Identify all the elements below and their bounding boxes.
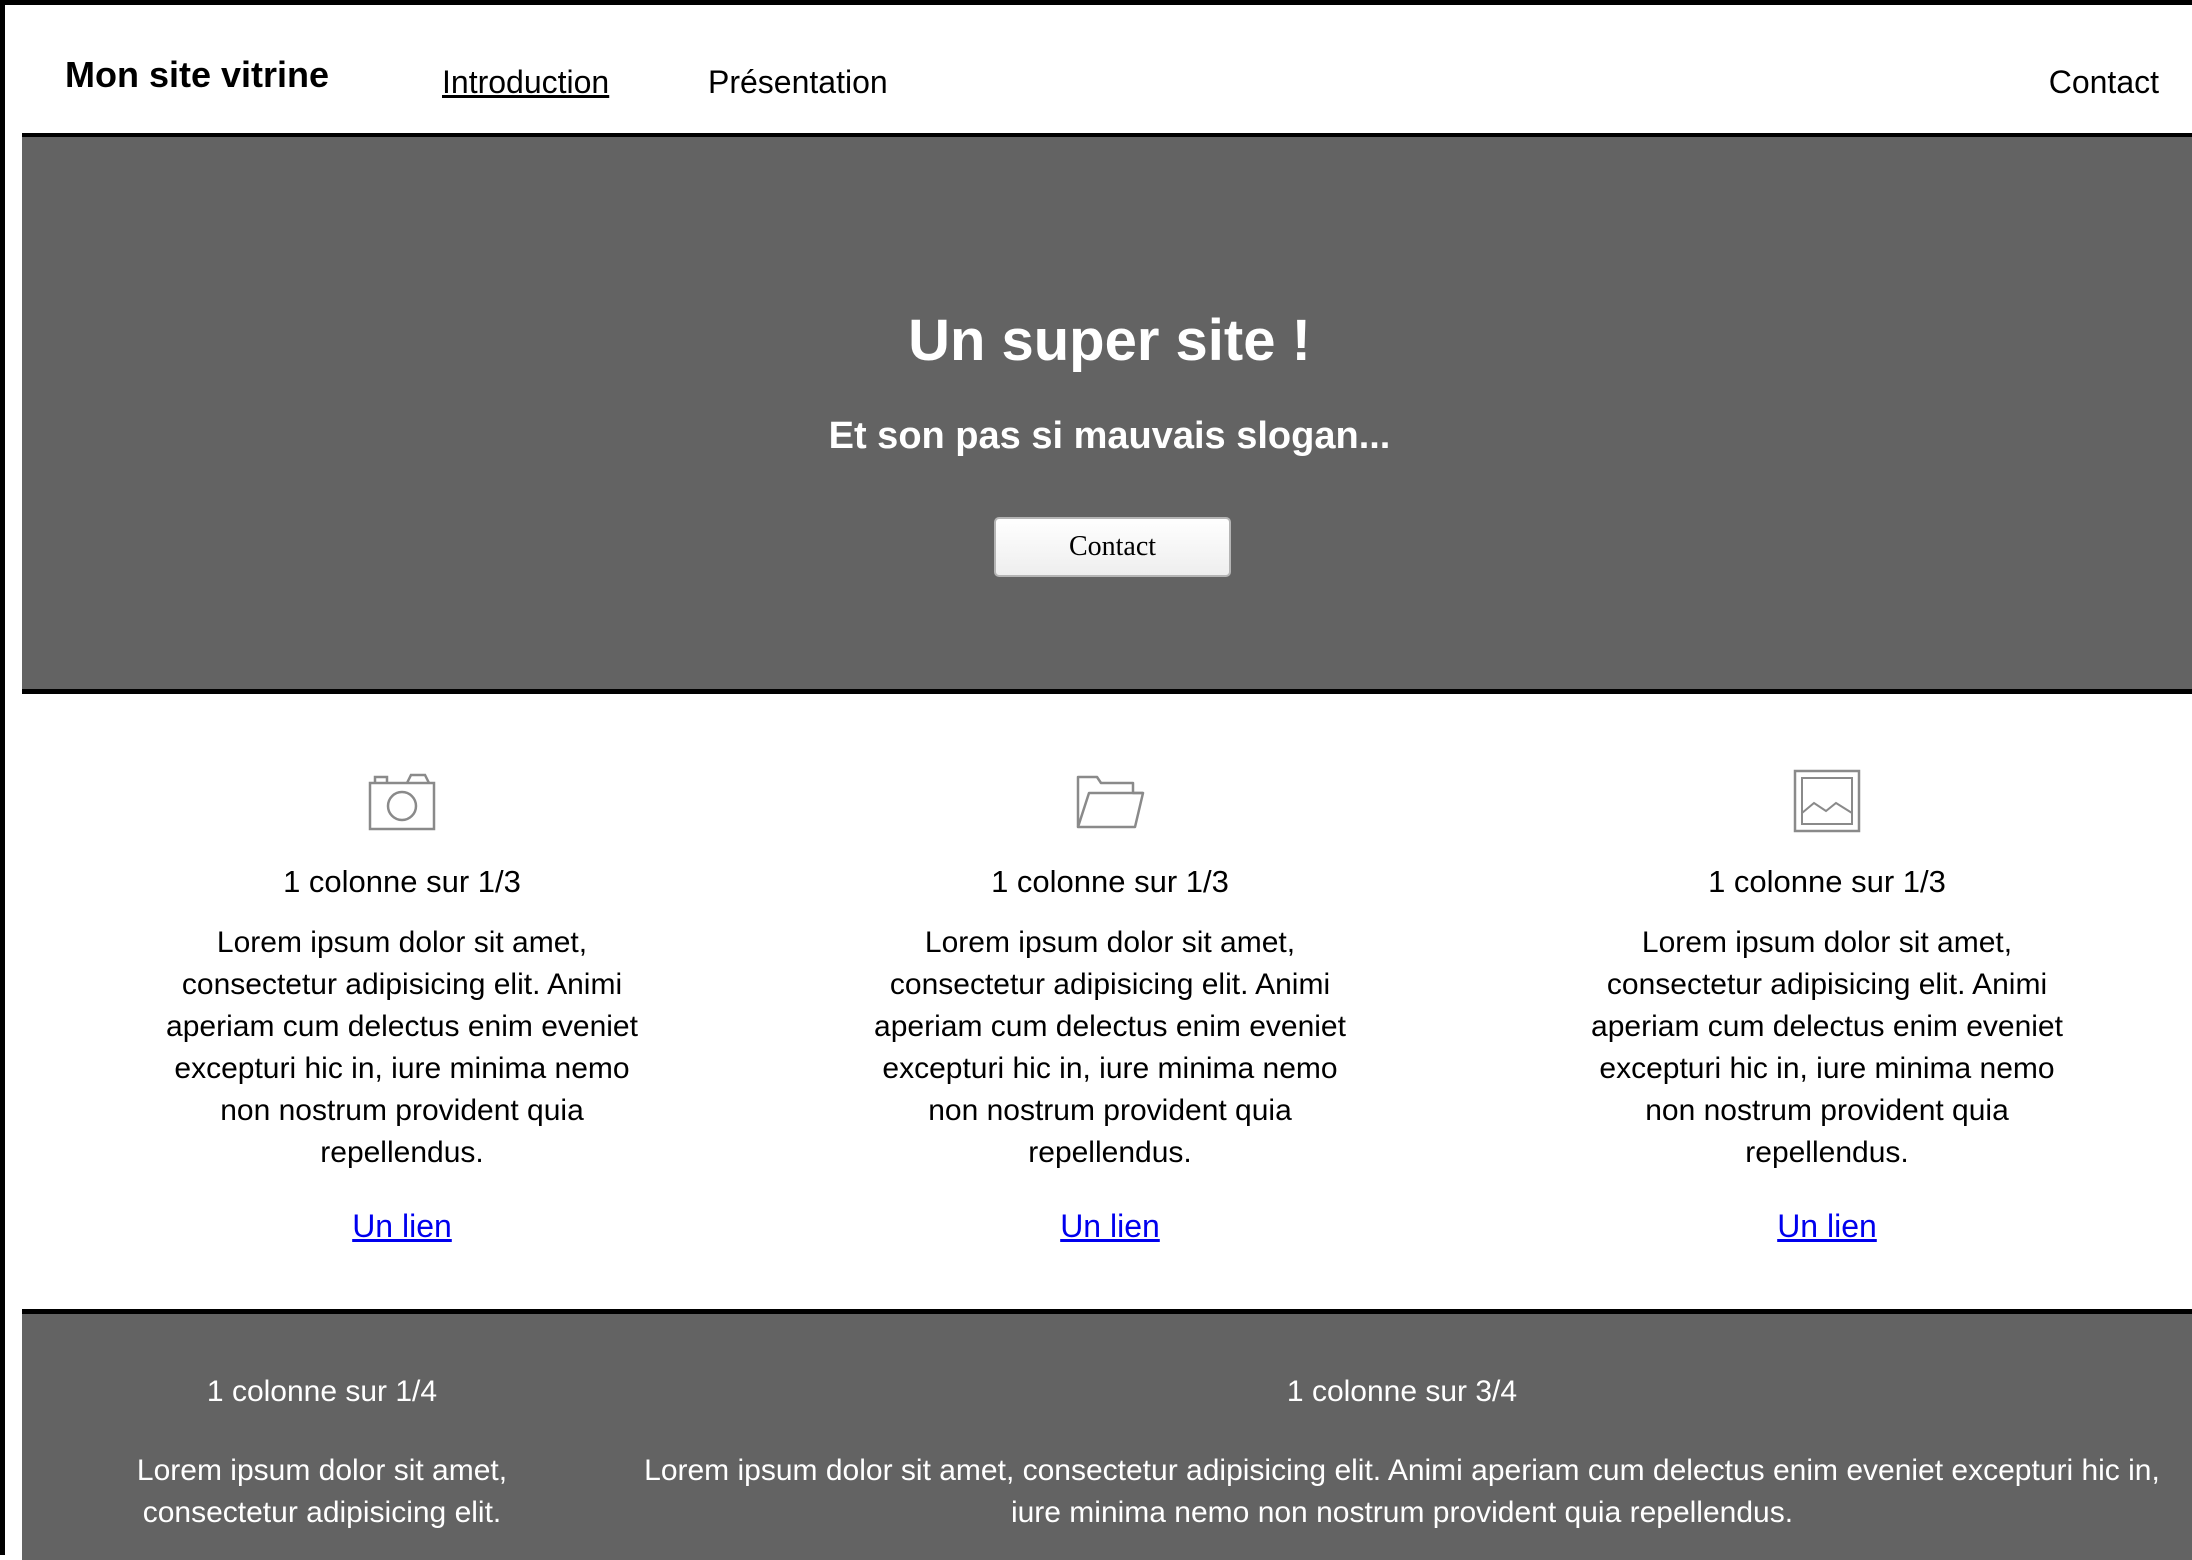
feature-title: 1 colonne sur 1/3 — [1708, 864, 1946, 899]
page-frame: Mon site vitrine Introduction Présentati… — [0, 0, 2192, 1560]
feature-link[interactable]: Un lien — [152, 1210, 652, 1242]
footer-column-text: Lorem ipsum dolor sit amet, consectetur … — [136, 1454, 508, 1529]
footer-column-text: Lorem ipsum dolor sit amet, consectetur … — [644, 1454, 2160, 1529]
footer-column-title: 1 colonne sur 1/4 — [206, 1375, 438, 1408]
feature-text: Lorem ipsum dolor sit amet, consectetur … — [166, 926, 638, 1169]
contact-button[interactable]: Contact — [994, 517, 1231, 577]
feature-text: Lorem ipsum dolor sit amet, consectetur … — [874, 926, 1346, 1169]
features-section: 1 colonne sur 1/3 Lorem ipsum dolor sit … — [22, 694, 2192, 1314]
feature-text: Lorem ipsum dolor sit amet, consectetur … — [1591, 926, 2063, 1169]
hero-slogan: Et son pas si mauvais slogan... — [828, 415, 1391, 457]
nav-link-presentation[interactable]: Présentation — [708, 66, 888, 98]
site-brand[interactable]: Mon site vitrine — [65, 57, 329, 93]
nav-link-contact[interactable]: Contact — [2049, 66, 2159, 98]
feature-title: 1 colonne sur 1/3 — [283, 864, 521, 899]
navbar: Mon site vitrine Introduction Présentati… — [22, 10, 2192, 137]
hero-title: Un super site ! — [908, 308, 1311, 373]
feature-link[interactable]: Un lien — [1577, 1210, 2077, 1242]
hero-section: Un super site ! Et son pas si mauvais sl… — [22, 137, 2192, 694]
image-icon — [1793, 769, 1861, 833]
folder-icon — [1076, 775, 1145, 829]
footer-section: 1 colonne sur 1/4 Lorem ipsum dolor sit … — [22, 1314, 2192, 1560]
feature-link[interactable]: Un lien — [860, 1210, 1360, 1242]
footer-column-title: 1 colonne sur 3/4 — [1286, 1375, 1518, 1408]
nav-link-introduction[interactable]: Introduction — [442, 66, 609, 98]
feature-title: 1 colonne sur 1/3 — [991, 864, 1229, 899]
camera-icon — [368, 773, 436, 831]
